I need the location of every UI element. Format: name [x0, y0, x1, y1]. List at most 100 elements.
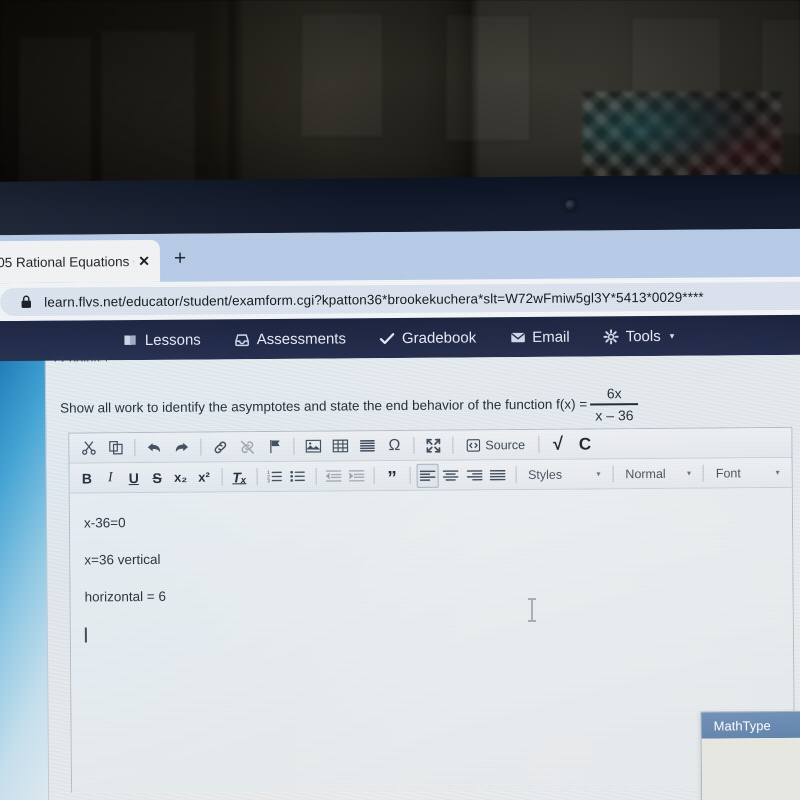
toolbar-separator [315, 467, 317, 485]
new-tab-button[interactable]: + [174, 247, 186, 270]
italic-icon[interactable]: I [99, 466, 122, 490]
clipped-points-text: (2 points) [53, 353, 108, 362]
browser-tab[interactable]: 4.05 Rational Equations C ✕ [0, 239, 161, 284]
book-icon [124, 334, 137, 346]
subscript-icon[interactable]: x₂ [169, 465, 192, 489]
undo-icon[interactable] [141, 435, 167, 459]
chevron-down-icon: ▾ [669, 330, 675, 341]
editor-caret-line [84, 621, 793, 643]
toolbar-separator [413, 436, 415, 454]
gear-icon [603, 328, 619, 344]
source-code-icon [466, 438, 481, 452]
justify-icon[interactable] [487, 463, 510, 487]
bulleted-list-icon[interactable] [287, 464, 310, 488]
toolbar-separator [452, 436, 454, 454]
styles-dropdown-label: Styles [527, 467, 563, 482]
browser-tab-strip: 4.05 Rational Equations C ✕ + [0, 228, 800, 284]
special-character-icon[interactable]: Ω [381, 433, 407, 457]
mouse-cursor-ibeam [528, 598, 536, 622]
lock-icon [21, 295, 32, 308]
nav-item-gradebook[interactable]: Gradebook [380, 329, 476, 347]
font-dropdown-label: Font [715, 465, 741, 481]
text-caret [84, 627, 87, 643]
toolbar-separator [373, 467, 375, 485]
nav-item-lessons[interactable]: Lessons [123, 331, 201, 349]
nav-item-assessments[interactable]: Assessments [235, 330, 346, 348]
nav-item-tools[interactable]: Tools ▾ [603, 327, 675, 345]
toolbar-separator [200, 438, 202, 456]
chemtype-c-icon[interactable]: C [572, 432, 598, 456]
horizontal-rule-icon[interactable] [354, 434, 380, 458]
nav-item-email[interactable]: Email [510, 328, 570, 345]
mathtype-dialog[interactable]: MathType [700, 710, 800, 800]
editor-line: horizontal = 6 [84, 588, 167, 605]
mathtype-sqrt-icon[interactable]: √ [545, 432, 571, 456]
checkmark-icon [380, 332, 395, 344]
table-icon[interactable] [327, 434, 353, 458]
nav-label: Gradebook [401, 328, 477, 347]
editor-content-area[interactable]: x-36=0 x=36 vertical horizontal = 6 [69, 487, 795, 794]
decrease-indent-icon[interactable] [322, 464, 345, 488]
envelope-icon [510, 332, 525, 342]
bold-icon[interactable]: B [76, 466, 99, 490]
align-right-icon[interactable] [463, 463, 486, 487]
fraction-denominator: x – 36 [595, 406, 634, 424]
editor-line: x=36 vertical [84, 551, 161, 568]
strikethrough-icon[interactable]: S [146, 465, 169, 489]
toolbar-separator [612, 465, 614, 483]
laptop-screen: 4.05 Rational Equations C ✕ + learn.flvs… [0, 228, 800, 800]
browser-toolbar: learn.flvs.net/educator/student/examform… [0, 276, 800, 322]
inbox-icon [235, 333, 250, 346]
unlink-icon[interactable] [234, 435, 260, 459]
fraction-expression: 6x x – 36 [590, 384, 639, 424]
fraction-numerator: 6x [606, 385, 622, 402]
nav-label: Assessments [256, 329, 347, 348]
remove-format-icon[interactable]: Tₓ [228, 465, 251, 489]
mathtype-dialog-body[interactable] [701, 737, 800, 800]
font-dropdown[interactable]: Font ▾ [710, 461, 786, 485]
toolbar-separator [134, 439, 136, 457]
maximize-icon[interactable] [420, 433, 446, 457]
format-dropdown[interactable]: Normal ▾ [619, 462, 697, 486]
redo-icon[interactable] [168, 435, 194, 459]
url-text: learn.flvs.net/educator/student/examform… [44, 289, 704, 310]
toolbar-separator [515, 466, 517, 484]
mathtype-title-bar[interactable]: MathType [701, 711, 800, 739]
anchor-flag-icon[interactable] [261, 434, 287, 458]
cut-icon[interactable] [75, 436, 101, 460]
chevron-down-icon: ▾ [686, 468, 691, 478]
nav-label: Tools [625, 327, 661, 345]
increase-indent-icon[interactable] [345, 464, 368, 488]
toolbar-separator [409, 466, 411, 484]
svg-text:3: 3 [267, 478, 270, 484]
room-vignette [0, 0, 800, 190]
numbered-list-icon[interactable]: 1 2 3 [263, 464, 286, 488]
nav-label: Email [532, 328, 570, 346]
rich-text-editor: Ω Source √ C B I U S x₂ x² Tₓ 1 2 3 ” St… [68, 426, 796, 794]
chevron-down-icon: ▾ [596, 469, 601, 479]
format-dropdown-label: Normal [625, 466, 666, 481]
source-label: Source [485, 437, 526, 452]
question-prompt: Show all work to identify the asymptotes… [60, 383, 720, 428]
toolbar-separator [221, 468, 223, 486]
editor-line: x-36=0 [83, 515, 126, 531]
toolbar-separator [293, 437, 295, 455]
align-left-icon[interactable] [416, 463, 439, 488]
exam-page: (2 points) Show all work to identify the… [44, 353, 800, 800]
address-bar[interactable]: learn.flvs.net/educator/student/examform… [0, 281, 800, 317]
close-icon[interactable]: ✕ [138, 252, 150, 269]
link-icon[interactable] [207, 435, 233, 459]
toolbar-separator [537, 435, 540, 453]
chevron-down-icon: ▾ [775, 468, 780, 478]
underline-icon[interactable]: U [122, 466, 145, 490]
superscript-icon[interactable]: x² [193, 465, 216, 489]
blockquote-icon[interactable]: ” [381, 463, 404, 489]
laptop-photo: 4.05 Rational Equations C ✕ + learn.flvs… [0, 0, 800, 800]
toolbar-separator [256, 468, 258, 486]
source-button[interactable]: Source [459, 433, 532, 457]
copy-icon[interactable] [102, 436, 128, 460]
styles-dropdown[interactable]: Styles ▾ [522, 462, 607, 486]
image-icon[interactable] [300, 434, 326, 458]
nav-label: Lessons [144, 331, 201, 349]
align-center-icon[interactable] [440, 463, 463, 487]
